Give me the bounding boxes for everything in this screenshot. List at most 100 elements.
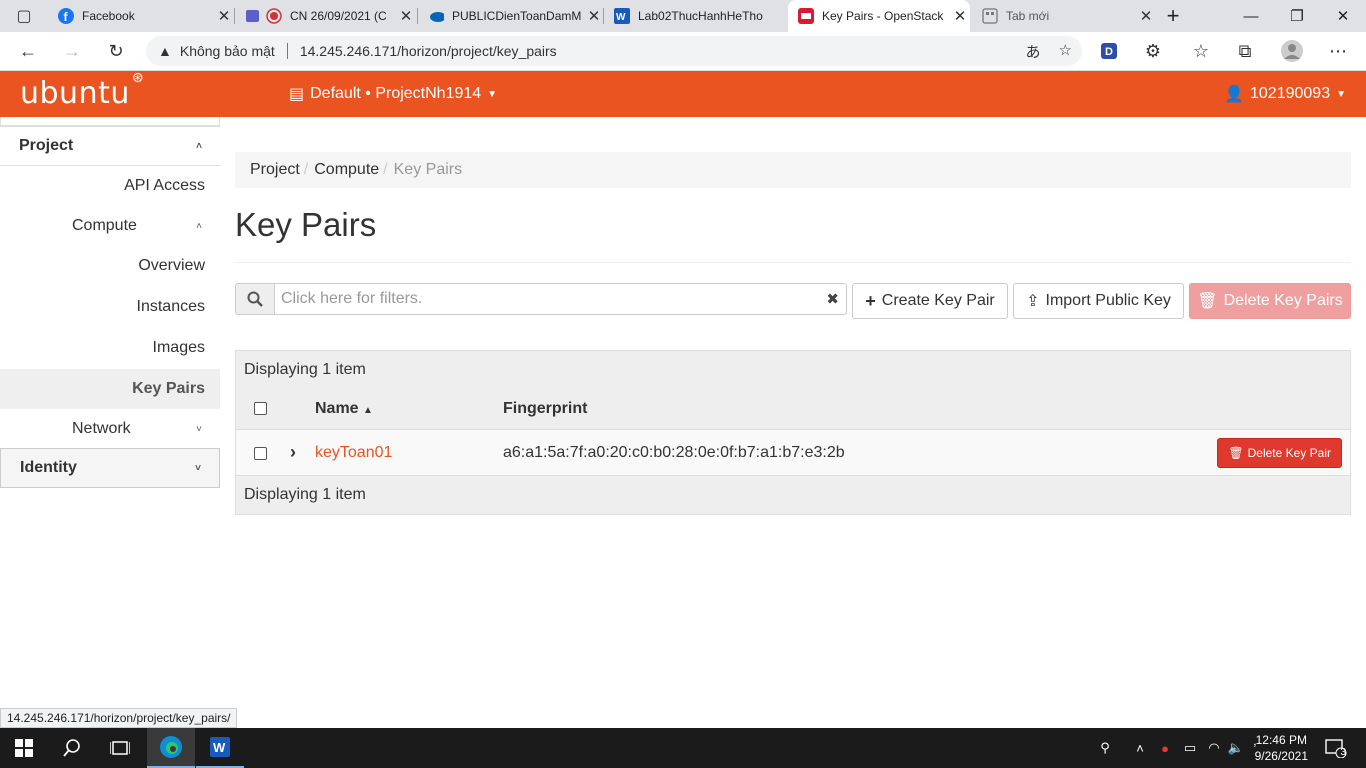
ubuntu-logo[interactable]: ubuntu ⊛ bbox=[20, 70, 144, 111]
tab-title: Tab mới bbox=[1006, 9, 1050, 23]
delete-key-pair-button[interactable]: 🗑 Delete Key Pair bbox=[1217, 438, 1342, 468]
task-view-icon[interactable] bbox=[96, 728, 144, 768]
favorites-icon[interactable]: ☆ bbox=[1185, 36, 1217, 66]
column-header-name[interactable]: Name ▲ bbox=[315, 400, 373, 418]
browser-tab-strip: ▢ f Facebook ✕ CN 26/09/2021 (C ✕ PUBLIC… bbox=[0, 0, 1366, 32]
close-icon[interactable]: ✕ bbox=[950, 7, 970, 25]
column-header-fingerprint[interactable]: Fingerprint bbox=[503, 400, 587, 418]
read-aloud-icon[interactable]: あ bbox=[1026, 41, 1041, 62]
tab-onedrive[interactable]: PUBLICDienToanDamM ✕ bbox=[418, 0, 604, 32]
key-pair-name-link[interactable]: keyToan01 bbox=[315, 444, 392, 462]
table-row: › keyToan01 a6:a1:5a:7f:a0:20:c0:b0:28:0… bbox=[236, 429, 1350, 476]
sidebar-item-overview[interactable]: Overview bbox=[0, 246, 220, 286]
back-icon[interactable]: ← bbox=[12, 36, 44, 66]
table-count-header: Displaying 1 item bbox=[236, 351, 1350, 389]
warning-icon[interactable]: ▲ bbox=[158, 43, 172, 59]
table-count-footer: Displaying 1 item bbox=[236, 476, 1350, 514]
profile-icon[interactable] bbox=[1276, 36, 1308, 66]
windows-start-icon[interactable] bbox=[0, 728, 48, 768]
tab-openstack[interactable]: Key Pairs - OpenStack ✕ bbox=[788, 0, 970, 32]
page-title: Key Pairs bbox=[235, 206, 377, 243]
import-public-key-button[interactable]: ⇪ Import Public Key bbox=[1013, 283, 1184, 319]
onedrive-icon bbox=[428, 8, 444, 24]
sidebar-item-api-access[interactable]: API Access bbox=[0, 166, 220, 206]
sidebar-group-network[interactable]: Network ˅ bbox=[0, 409, 220, 449]
collections-icon[interactable]: ⧉ bbox=[1229, 36, 1261, 66]
sidebar-item-label: Project bbox=[19, 137, 74, 154]
extension-d-icon[interactable]: D bbox=[1093, 36, 1125, 66]
divider bbox=[286, 43, 288, 59]
notifications-icon[interactable]: 3 bbox=[1322, 728, 1350, 768]
openstack-icon bbox=[798, 8, 814, 24]
project-selector[interactable]: ▤ Default • ProjectNh1914 ▼ bbox=[289, 84, 497, 104]
sidebar-item-instances[interactable]: Instances bbox=[0, 287, 220, 327]
tab-title: Key Pairs - OpenStack bbox=[822, 9, 944, 23]
wifi-icon[interactable]: ◠ bbox=[1204, 728, 1224, 768]
window-close-icon[interactable]: ✕ bbox=[1320, 0, 1366, 32]
svg-text:D: D bbox=[1105, 46, 1113, 58]
sidebar-group-compute[interactable]: Compute ˄ bbox=[0, 206, 220, 246]
volume-icon[interactable]: 🔈 bbox=[1226, 728, 1246, 768]
people-icon[interactable]: ⚲ bbox=[1092, 728, 1118, 768]
address-bar[interactable]: ▲ Không bảo mật 14.245.246.171/horizon/p… bbox=[146, 36, 1082, 66]
breadcrumb-project[interactable]: Project bbox=[250, 161, 300, 179]
sidebar-section-project[interactable]: Project ˄ bbox=[0, 126, 220, 166]
sidebar-item-label: Instances bbox=[136, 298, 205, 315]
filter-bar: ✖ bbox=[235, 283, 847, 315]
tab-divider bbox=[234, 8, 235, 24]
close-icon[interactable]: ✕ bbox=[214, 7, 234, 25]
close-icon[interactable]: ✕ bbox=[584, 7, 604, 25]
browser-toolbar: ← → ↻ ▲ Không bảo mật 14.245.246.171/hor… bbox=[0, 32, 1366, 71]
key-pairs-table: Displaying 1 item Name ▲ Fingerprint › k… bbox=[235, 350, 1351, 515]
breadcrumb-separator: / bbox=[383, 161, 388, 178]
edge-taskbar-icon[interactable] bbox=[147, 728, 195, 768]
forward-icon[interactable]: → bbox=[56, 36, 88, 66]
select-all-checkbox[interactable] bbox=[254, 402, 267, 415]
trash-icon: 🗑 bbox=[1228, 446, 1244, 460]
sidebar-item-images[interactable]: Images bbox=[0, 328, 220, 368]
delete-key-pairs-button[interactable]: 🗑 Delete Key Pairs bbox=[1189, 283, 1351, 319]
sidebar-item-label: Overview bbox=[138, 257, 205, 274]
clock[interactable]: 12:46 PM 9/26/2021 bbox=[1255, 732, 1308, 764]
battery-icon[interactable]: ▭ bbox=[1180, 728, 1200, 768]
expand-row-icon[interactable]: › bbox=[290, 442, 296, 463]
chevron-down-icon: ˅ bbox=[195, 462, 201, 474]
svg-text:W: W bbox=[213, 740, 226, 755]
more-icon[interactable]: ⋯ bbox=[1322, 36, 1354, 66]
record-tray-icon[interactable]: ● bbox=[1155, 728, 1175, 768]
url-text[interactable]: 14.245.246.171/horizon/project/key_pairs bbox=[300, 43, 557, 59]
tab-teams-meeting[interactable]: CN 26/09/2021 (C ✕ bbox=[236, 0, 416, 32]
security-label[interactable]: Không bảo mật bbox=[180, 43, 275, 59]
breadcrumb-compute[interactable]: Compute bbox=[314, 161, 379, 179]
chevron-up-icon[interactable]: ˄ bbox=[1130, 728, 1150, 768]
tab-new[interactable]: Tab mới ✕ bbox=[972, 0, 1156, 32]
add-favorite-icon[interactable]: ☆ bbox=[1059, 41, 1072, 62]
item-count: Displaying 1 item bbox=[244, 486, 366, 503]
tab-actions-icon[interactable]: ▢ bbox=[8, 1, 40, 31]
user-name: 102190093 bbox=[1250, 85, 1331, 102]
new-tab-icon[interactable]: + bbox=[1150, 0, 1196, 32]
tab-word-doc[interactable]: W Lab02ThucHanhHeTho bbox=[604, 0, 786, 32]
search-icon[interactable] bbox=[235, 283, 275, 315]
row-checkbox[interactable] bbox=[254, 447, 267, 460]
chevron-up-icon: ˄ bbox=[196, 140, 202, 152]
delete-key-pair-label: Delete Key Pair bbox=[1247, 446, 1331, 460]
sidebar-section-identity[interactable]: Identity ˅ bbox=[0, 448, 220, 488]
minimize-icon[interactable]: — bbox=[1228, 0, 1274, 32]
sidebar-item-label: Images bbox=[152, 339, 205, 356]
word-taskbar-icon[interactable]: W bbox=[196, 728, 244, 768]
sidebar-item-key-pairs[interactable]: Key Pairs bbox=[0, 369, 220, 409]
brand-text: ubuntu bbox=[20, 76, 130, 111]
search-icon[interactable] bbox=[48, 728, 96, 768]
filter-input[interactable] bbox=[275, 283, 847, 315]
restore-icon[interactable]: ❐ bbox=[1274, 0, 1320, 32]
refresh-icon[interactable]: ↻ bbox=[100, 36, 132, 66]
user-menu[interactable]: 👤 102190093 ▼ bbox=[1224, 84, 1346, 104]
create-key-pair-button[interactable]: + Create Key Pair bbox=[852, 283, 1008, 319]
clear-filter-icon[interactable]: ✖ bbox=[826, 290, 839, 308]
close-icon[interactable]: ✕ bbox=[396, 7, 416, 25]
extensions-icon[interactable]: ⚙ bbox=[1137, 36, 1169, 66]
tab-title: PUBLICDienToanDamM bbox=[452, 9, 582, 23]
chevron-down-icon: ˅ bbox=[196, 423, 202, 435]
tab-facebook[interactable]: f Facebook ✕ bbox=[48, 0, 234, 32]
